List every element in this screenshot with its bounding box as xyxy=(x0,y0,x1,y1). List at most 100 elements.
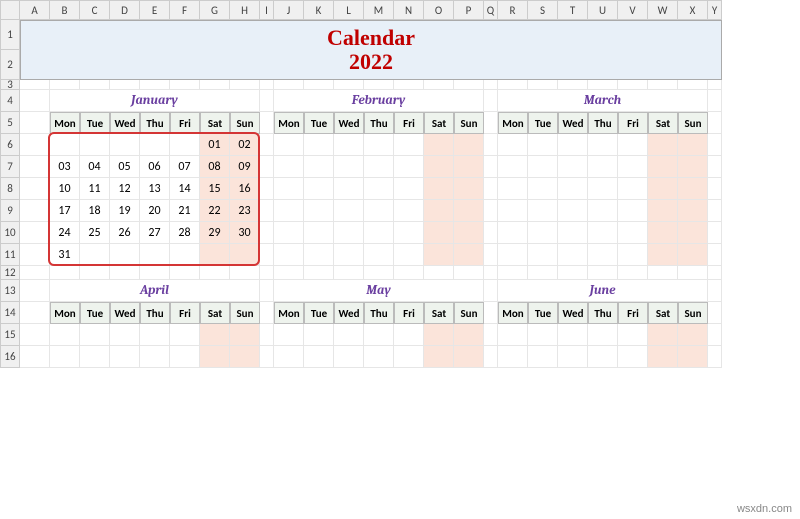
date-cell[interactable] xyxy=(678,200,708,222)
date-cell[interactable] xyxy=(588,200,618,222)
cell[interactable] xyxy=(708,200,722,222)
cell[interactable] xyxy=(528,266,558,280)
date-cell[interactable] xyxy=(678,156,708,178)
col-header-C[interactable]: C xyxy=(80,0,110,20)
cell[interactable] xyxy=(20,156,50,178)
date-cell[interactable] xyxy=(274,222,304,244)
cell[interactable] xyxy=(484,346,498,368)
date-cell[interactable] xyxy=(170,244,200,266)
cell[interactable] xyxy=(20,222,50,244)
date-cell[interactable] xyxy=(364,200,394,222)
date-cell[interactable]: 14 xyxy=(170,178,200,200)
cell[interactable] xyxy=(484,222,498,244)
col-header-K[interactable]: K xyxy=(304,0,334,20)
col-header-A[interactable]: A xyxy=(20,0,50,20)
cell[interactable] xyxy=(708,324,722,346)
cell[interactable] xyxy=(708,222,722,244)
date-cell[interactable]: 07 xyxy=(170,156,200,178)
cell[interactable] xyxy=(588,266,618,280)
date-cell[interactable] xyxy=(618,178,648,200)
cell[interactable] xyxy=(230,266,260,280)
cell[interactable] xyxy=(20,324,50,346)
date-cell[interactable]: 21 xyxy=(170,200,200,222)
date-cell[interactable] xyxy=(528,178,558,200)
cell[interactable] xyxy=(260,156,274,178)
date-cell[interactable] xyxy=(618,324,648,346)
col-header-P[interactable]: P xyxy=(454,0,484,20)
col-header-S[interactable]: S xyxy=(528,0,558,20)
date-cell[interactable] xyxy=(678,222,708,244)
date-cell[interactable] xyxy=(110,324,140,346)
date-cell[interactable] xyxy=(648,244,678,266)
col-header-H[interactable]: H xyxy=(230,0,260,20)
cell[interactable] xyxy=(588,80,618,90)
date-cell[interactable] xyxy=(200,244,230,266)
cell[interactable] xyxy=(424,80,454,90)
date-cell[interactable] xyxy=(618,200,648,222)
date-cell[interactable] xyxy=(334,156,364,178)
col-header-D[interactable]: D xyxy=(110,0,140,20)
date-cell[interactable] xyxy=(454,244,484,266)
col-header-O[interactable]: O xyxy=(424,0,454,20)
select-all-cell[interactable] xyxy=(0,0,20,20)
date-cell[interactable]: 11 xyxy=(80,178,110,200)
date-cell[interactable] xyxy=(424,346,454,368)
date-cell[interactable] xyxy=(110,346,140,368)
date-cell[interactable] xyxy=(454,178,484,200)
date-cell[interactable]: 04 xyxy=(80,156,110,178)
col-header-E[interactable]: E xyxy=(140,0,170,20)
date-cell[interactable] xyxy=(498,324,528,346)
col-header-M[interactable]: M xyxy=(364,0,394,20)
date-cell[interactable] xyxy=(274,134,304,156)
date-cell[interactable] xyxy=(80,346,110,368)
cell[interactable] xyxy=(394,266,424,280)
cell[interactable] xyxy=(20,112,50,134)
cell[interactable] xyxy=(484,266,498,280)
row-header-15[interactable]: 15 xyxy=(0,324,20,346)
date-cell[interactable] xyxy=(558,200,588,222)
col-header-J[interactable]: J xyxy=(274,0,304,20)
date-cell[interactable] xyxy=(50,324,80,346)
date-cell[interactable] xyxy=(678,346,708,368)
cell[interactable] xyxy=(364,266,394,280)
row-header-16[interactable]: 16 xyxy=(0,346,20,368)
date-cell[interactable]: 01 xyxy=(200,134,230,156)
cell[interactable] xyxy=(484,324,498,346)
cell[interactable] xyxy=(260,112,274,134)
cell[interactable] xyxy=(708,80,722,90)
date-cell[interactable] xyxy=(498,244,528,266)
date-cell[interactable] xyxy=(274,346,304,368)
cell[interactable] xyxy=(484,280,498,302)
date-cell[interactable]: 12 xyxy=(110,178,140,200)
date-cell[interactable] xyxy=(110,134,140,156)
cell[interactable] xyxy=(20,346,50,368)
date-cell[interactable] xyxy=(394,324,424,346)
date-cell[interactable] xyxy=(558,346,588,368)
cell[interactable] xyxy=(260,134,274,156)
date-cell[interactable]: 16 xyxy=(230,178,260,200)
cell[interactable] xyxy=(648,266,678,280)
col-header-G[interactable]: G xyxy=(200,0,230,20)
date-cell[interactable] xyxy=(558,222,588,244)
cell[interactable] xyxy=(200,266,230,280)
date-cell[interactable] xyxy=(364,346,394,368)
date-cell[interactable] xyxy=(334,200,364,222)
date-cell[interactable] xyxy=(274,324,304,346)
cell[interactable] xyxy=(558,266,588,280)
date-cell[interactable] xyxy=(364,244,394,266)
date-cell[interactable] xyxy=(304,244,334,266)
date-cell[interactable] xyxy=(424,324,454,346)
cell[interactable] xyxy=(260,346,274,368)
cell[interactable] xyxy=(20,302,50,324)
cell[interactable] xyxy=(484,178,498,200)
cell[interactable] xyxy=(200,80,230,90)
cell[interactable] xyxy=(484,80,498,90)
date-cell[interactable]: 02 xyxy=(230,134,260,156)
date-cell[interactable] xyxy=(454,222,484,244)
cell[interactable] xyxy=(260,280,274,302)
date-cell[interactable] xyxy=(454,134,484,156)
date-cell[interactable] xyxy=(424,244,454,266)
cell[interactable] xyxy=(484,112,498,134)
cell[interactable] xyxy=(708,112,722,134)
date-cell[interactable] xyxy=(230,346,260,368)
